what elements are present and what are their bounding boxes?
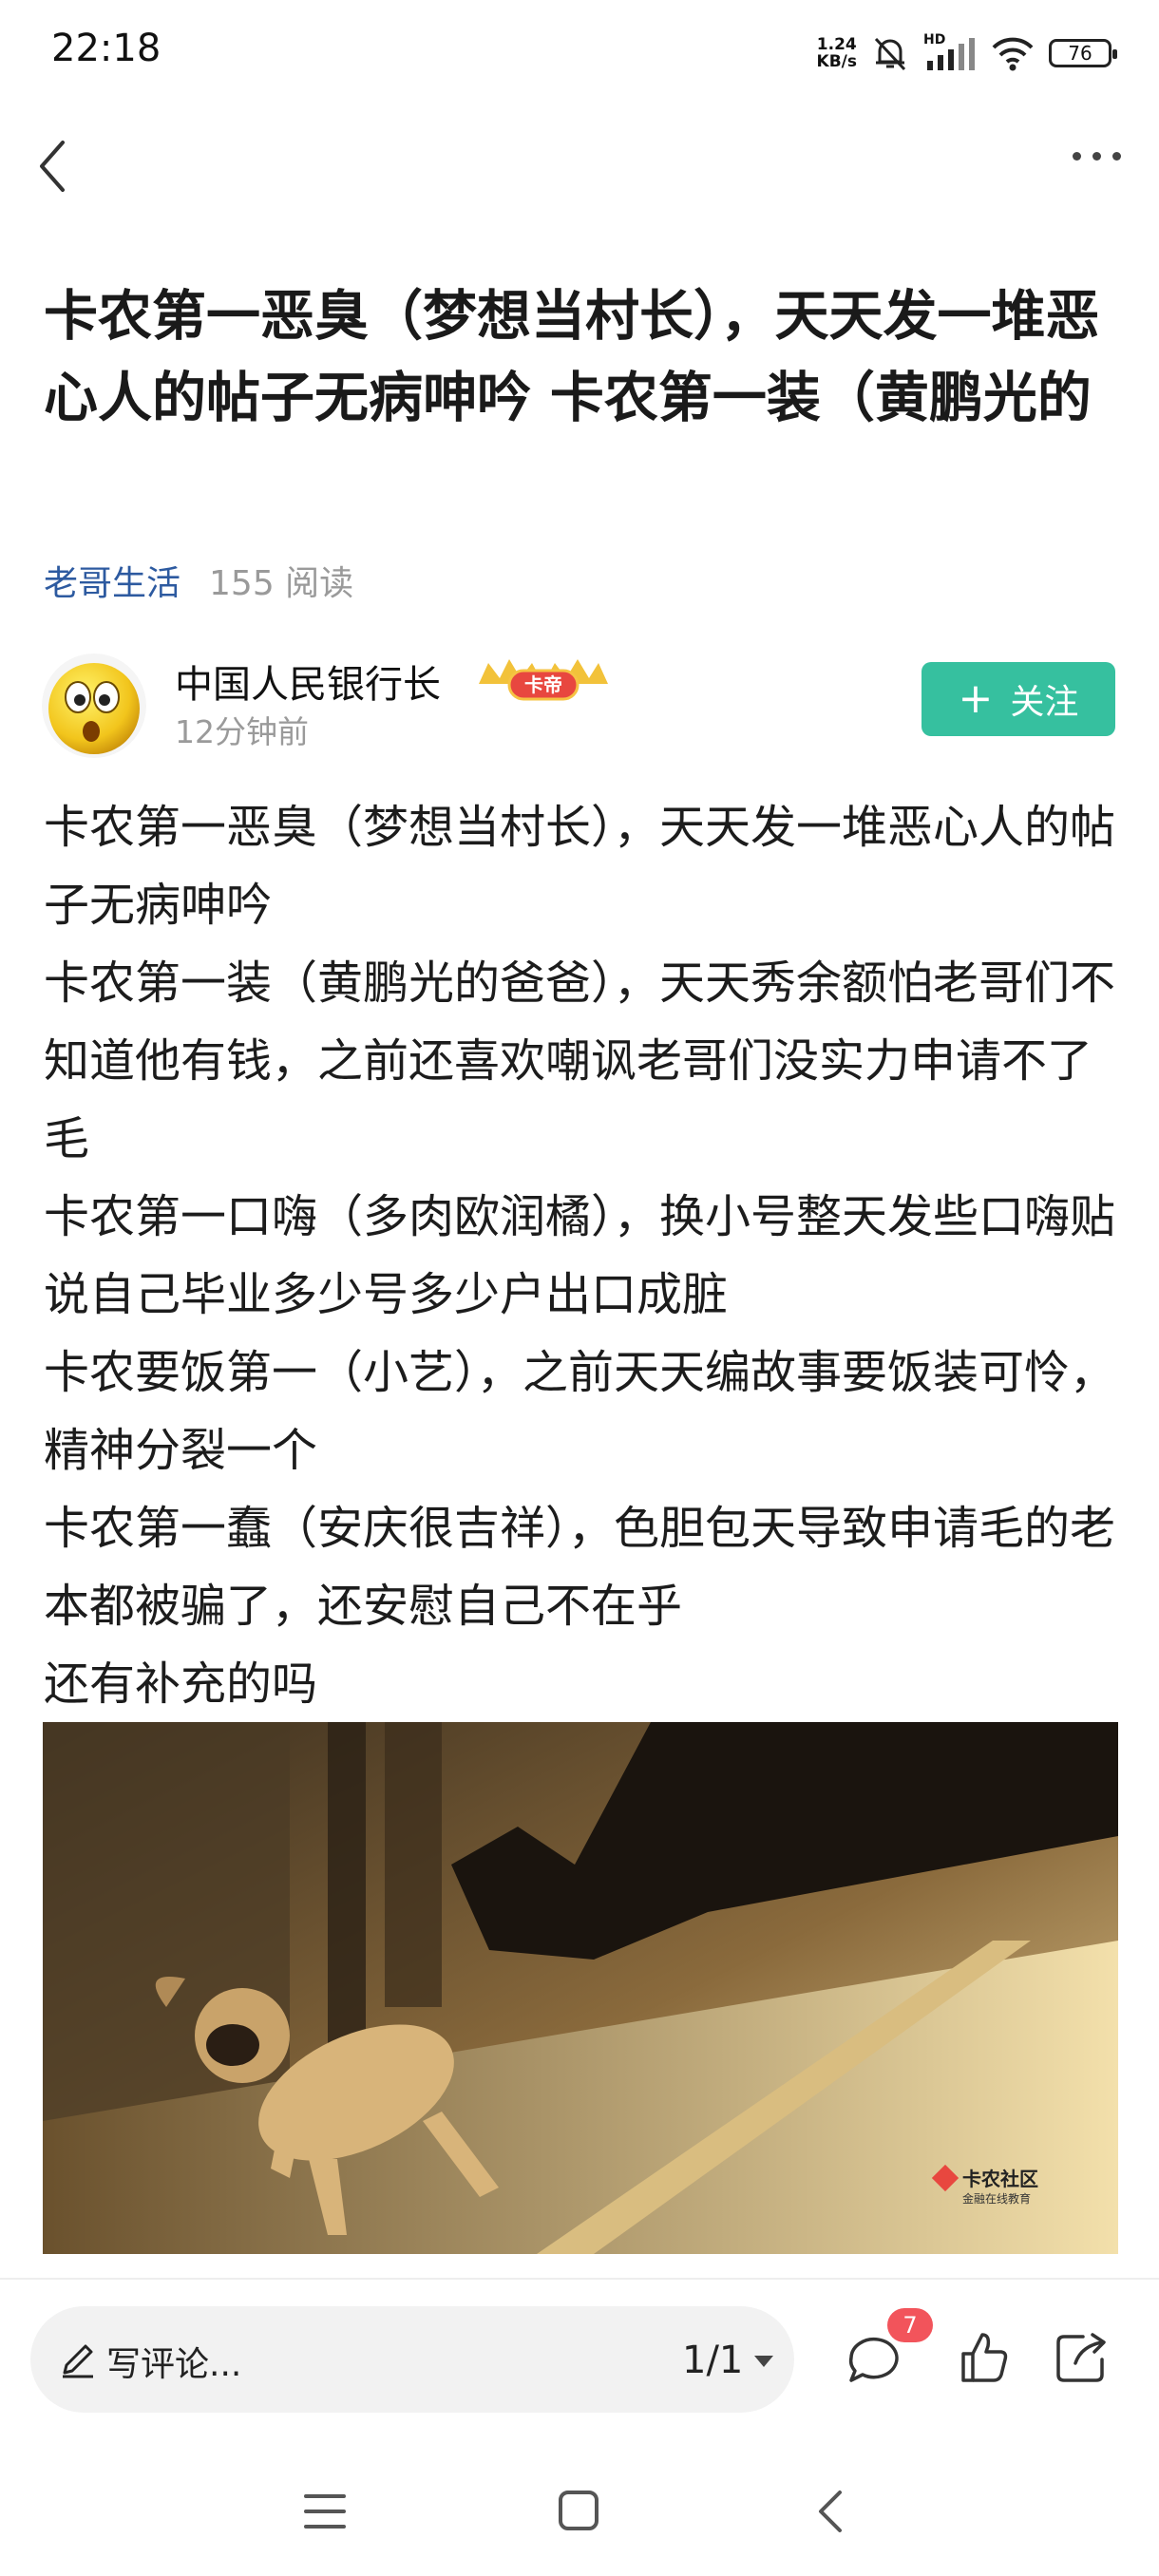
image-watermark-sub: 金融在线教育 xyxy=(962,2191,1031,2206)
net-speed: 1.24 KB/s xyxy=(817,36,857,70)
body-paragraph: 卡农第一蠢（安庆很吉祥），色胆包天导致申请毛的老本都被骗了，还安慰自己不在乎 xyxy=(44,1502,1116,1633)
net-speed-unit: KB/s xyxy=(816,52,857,71)
follow-label: 关注 xyxy=(1010,683,1079,722)
chevron-left-icon xyxy=(40,141,65,192)
post-meta: 老哥生活 155 阅读 xyxy=(44,556,353,605)
more-dots-icon xyxy=(1073,152,1081,161)
author-badge-label: 卡帝 xyxy=(524,673,562,696)
body-paragraph: 卡农要饭第一（小艺），之前天天编故事要饭装可怜，精神分裂一个 xyxy=(44,1346,1116,1477)
follow-button[interactable]: + 关注 xyxy=(922,662,1115,736)
wifi-icon xyxy=(992,37,1034,71)
more-dots-icon xyxy=(1112,152,1121,161)
plus-icon: + xyxy=(958,674,994,723)
signal-icon: HD xyxy=(923,32,977,72)
comment-count-badge: 7 xyxy=(887,2308,933,2342)
post-title: 卡农第一恶臭（梦想当村长），天天发一堆恶心人的帖子无病呻吟 卡农第一装（黄鹏光的 xyxy=(44,285,1100,429)
network-type: HD xyxy=(923,32,946,47)
bottom-divider xyxy=(0,2278,1159,2280)
body-paragraph: 还有补充的吗 xyxy=(44,1657,318,1711)
battery-icon: 76 xyxy=(1049,39,1117,67)
body-paragraph: 卡农第一装（黄鹏光的爸爸），天天秀余额怕老哥们不知道他有钱，之前还喜欢嘲讽老哥们… xyxy=(44,957,1116,1165)
category-link[interactable]: 老哥生活 xyxy=(44,556,180,605)
post-time: 12分钟前 xyxy=(175,713,309,750)
back-button[interactable] xyxy=(25,133,82,199)
post-body: 卡农第一恶臭（梦想当村长），天天发一堆恶心人的帖子无病呻吟 卡农第一装（黄鹏光的… xyxy=(44,788,1127,1723)
status-time: 22:18 xyxy=(51,27,162,70)
caret-down-icon[interactable] xyxy=(750,2350,777,2373)
pencil-icon xyxy=(63,2344,93,2378)
net-speed-value: 1.24 xyxy=(816,35,857,54)
avatar[interactable] xyxy=(42,653,146,758)
crown-badge-icon: 卡帝 xyxy=(479,659,608,701)
thumbs-up-icon[interactable] xyxy=(954,2327,1015,2388)
image-watermark: 卡农社区 xyxy=(962,2168,1038,2190)
menu-icon[interactable] xyxy=(302,2491,348,2532)
body-paragraph: 卡农第一口嗨（多肉欧润橘），换小号整天发些口嗨贴说自己毕业多少号多少户出口成脏 xyxy=(44,1190,1116,1321)
share-icon[interactable] xyxy=(1051,2327,1112,2388)
post-image[interactable]: 卡农社区 金融在线教育 xyxy=(43,1722,1118,2254)
more-dots-icon xyxy=(1092,152,1101,161)
comment-placeholder[interactable]: 写评论... xyxy=(106,2337,241,2386)
author-name[interactable]: 中国人民银行长 xyxy=(175,653,441,709)
mute-bell-icon xyxy=(874,37,906,71)
body-paragraph: 卡农第一恶臭（梦想当村长），天天发一堆恶心人的帖子无病呻吟 xyxy=(44,801,1116,932)
more-button[interactable] xyxy=(1073,152,1121,161)
battery-level: 76 xyxy=(1068,42,1092,65)
page-indicator[interactable]: 1/1 xyxy=(682,2339,743,2382)
home-square-icon[interactable] xyxy=(557,2489,600,2532)
read-count: 155 阅读 xyxy=(209,564,354,603)
nav-back-icon[interactable] xyxy=(813,2487,847,2536)
status-icons: 1.24 KB/s HD 76 xyxy=(817,27,1117,80)
